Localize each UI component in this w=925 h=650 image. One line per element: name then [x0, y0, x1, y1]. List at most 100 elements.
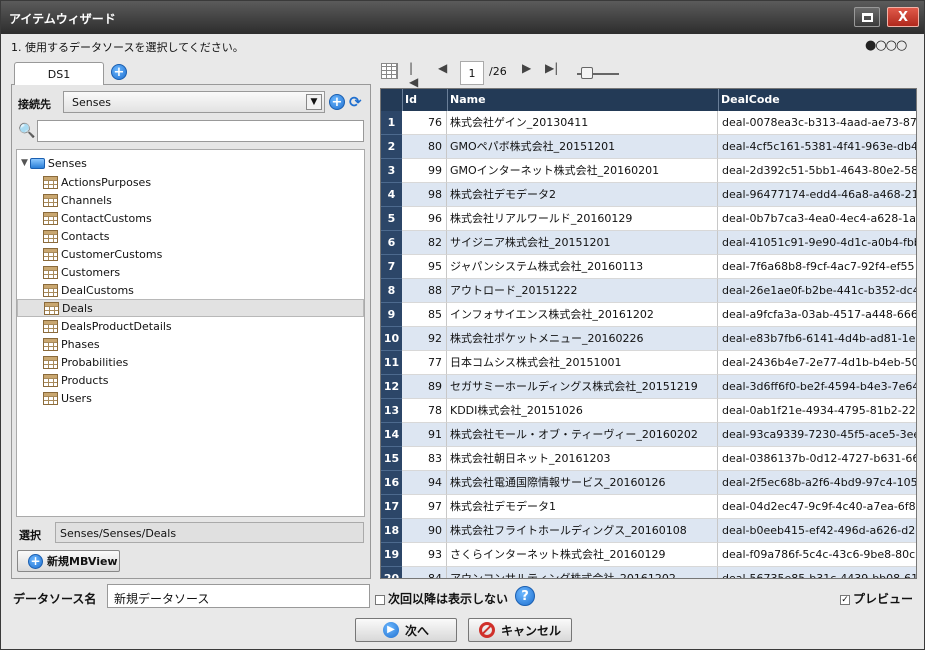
cell-dealcode: deal-2f5ec68b-a2f6-4bd9-97c4-1052: [718, 471, 916, 495]
cell-dealcode: deal-56735e85-b31c-4439-bb08-6115: [718, 567, 916, 578]
tree-item[interactable]: DealCustoms: [17, 281, 364, 299]
tree-item[interactable]: CustomerCustoms: [17, 245, 364, 263]
close-icon: X: [897, 9, 909, 25]
tree-item[interactable]: DealsProductDetails: [17, 317, 364, 335]
table-row[interactable]: 13 78 KDDI株式会社_20151026 deal-0ab1f21e-4934-…: [381, 399, 916, 423]
table-row[interactable]: 12 89 セガサミーホールディングス株式会社_20151219 deal-3d6ff…: [381, 375, 916, 399]
cell-name: GMOペパボ株式会社_20151201: [447, 135, 718, 159]
cell-dealcode: deal-26e1ae0f-b2be-441c-b352-dc49: [718, 279, 916, 303]
table-icon: [43, 319, 58, 333]
tree-item[interactable]: Probabilities: [17, 353, 364, 371]
tree-item[interactable]: ActionsPurposes: [17, 173, 364, 191]
table-row[interactable]: 6 82 サイジニア株式会社_20151201 deal-41051c91-9e90-…: [381, 231, 916, 255]
cell-name: アウトロード_20151222: [447, 279, 718, 303]
dropdown-arrow-icon[interactable]: ▼: [306, 94, 322, 110]
zoom-slider-handle[interactable]: [581, 67, 593, 79]
table-row[interactable]: 18 90 株式会社フライトホールディングス_20160108 deal-b0eeb4…: [381, 519, 916, 543]
column-header-name[interactable]: Name: [447, 89, 718, 111]
table-icon: [43, 373, 58, 387]
table-row[interactable]: 10 92 株式会社ポケットメニュー_20160226 deal-e83b7fb6-6…: [381, 327, 916, 351]
dont-show-again[interactable]: 次回以降は表示しない: [375, 590, 508, 607]
row-number: 12: [381, 375, 402, 399]
table-row[interactable]: 14 91 株式会社モール・オブ・ティーヴィー_20160202 deal-93ca9…: [381, 423, 916, 447]
table-row[interactable]: 8 88 アウトロード_20151222 deal-26e1ae0f-b2be-441…: [381, 279, 916, 303]
tree-item[interactable]: Users: [17, 389, 364, 407]
cell-dealcode: deal-04d2ec47-9c9f-4c40-a7ea-6f8c: [718, 495, 916, 519]
cell-dealcode: deal-96477174-edd4-46a8-a468-2194: [718, 183, 916, 207]
close-button[interactable]: X: [887, 7, 919, 27]
cell-id: 89: [402, 375, 447, 399]
tree-item-label: Products: [61, 373, 109, 387]
cancel-button[interactable]: キャンセル: [468, 618, 572, 642]
cell-name: 株式会社電通国際情報サービス_20160126: [447, 471, 718, 495]
tree-item-label: Phases: [61, 337, 100, 351]
maximize-button[interactable]: [854, 7, 880, 27]
table-row[interactable]: 3 99 GMOインターネット株式会社_20160201 deal-2d392c51-…: [381, 159, 916, 183]
tree-item[interactable]: Contacts: [17, 227, 364, 245]
cell-dealcode: deal-0386137b-0d12-4727-b631-6622: [718, 447, 916, 471]
row-number: 11: [381, 351, 402, 375]
preview-toggle[interactable]: ✓ プレビュー: [840, 590, 913, 607]
table-row[interactable]: 19 93 さくらインターネット株式会社_20160129 deal-f09a786f…: [381, 543, 916, 567]
row-number: 17: [381, 495, 402, 519]
tree-item[interactable]: Channels: [17, 191, 364, 209]
table-icon: [44, 301, 59, 315]
table-row[interactable]: 16 94 株式会社電通国際情報サービス_20160126 deal-2f5ec68b…: [381, 471, 916, 495]
row-number-header: [381, 89, 402, 111]
column-header-id[interactable]: Id: [402, 89, 447, 111]
cell-name: 株式会社モール・オブ・ティーヴィー_20160202: [447, 423, 718, 447]
table-icon: [43, 265, 58, 279]
item-wizard-window: アイテムウィザード X 1. 使用するデータソースを選択してください。 ●○○○…: [0, 0, 925, 650]
help-icon[interactable]: ?: [515, 586, 535, 606]
table-row[interactable]: 17 97 株式会社デモデータ1 deal-04d2ec47-9c9f-4c40-a7…: [381, 495, 916, 519]
table-row[interactable]: 5 96 株式会社リアルワールド_20160129 deal-0b7b7ca3-4ea…: [381, 207, 916, 231]
tree-item[interactable]: Customers: [17, 263, 364, 281]
dont-show-checkbox[interactable]: [375, 594, 385, 605]
cell-name: インフォサイエンス株式会社_20161202: [447, 303, 718, 327]
table-row[interactable]: 20 84 アウンコンサルティング株式会社_20161202 deal-56735e8…: [381, 567, 916, 578]
search-input[interactable]: [37, 120, 364, 142]
tree-root[interactable]: ▼ Senses: [21, 155, 87, 171]
last-page-icon[interactable]: ▶|: [545, 61, 558, 75]
plus-icon: +: [113, 65, 125, 80]
page-number-input[interactable]: 1: [460, 61, 484, 85]
preview-checkbox[interactable]: ✓: [840, 594, 850, 605]
cell-id: 90: [402, 519, 447, 543]
collapse-triangle-icon[interactable]: ▼: [21, 158, 28, 168]
arrow-right-icon: ▶: [382, 622, 399, 638]
cell-name: 株式会社デモデータ2: [447, 183, 718, 207]
table-row[interactable]: 4 98 株式会社デモデータ2 deal-96477174-edd4-46a8-a46…: [381, 183, 916, 207]
add-connection-button[interactable]: +: [329, 94, 345, 110]
next-button[interactable]: ▶ 次へ: [355, 618, 457, 642]
table-icon: [43, 175, 58, 189]
maximize-icon: [861, 12, 873, 22]
cell-dealcode: deal-2436b4e7-2e77-4d1b-b4eb-5049: [718, 351, 916, 375]
tree-item[interactable]: Deals: [17, 299, 364, 317]
prev-page-icon[interactable]: ◀: [438, 61, 447, 75]
tree-item[interactable]: Phases: [17, 335, 364, 353]
cell-name: さくらインターネット株式会社_20160129: [447, 543, 718, 567]
refresh-icon[interactable]: ⟳: [349, 93, 362, 111]
connection-select[interactable]: Senses ▼: [63, 91, 325, 113]
connection-value: Senses: [72, 96, 111, 109]
tree-item[interactable]: ContactCustoms: [17, 209, 364, 227]
tree-item[interactable]: Products: [17, 371, 364, 389]
window-title: アイテムウィザード: [9, 12, 116, 26]
next-page-icon[interactable]: ▶: [522, 61, 531, 75]
new-mbview-button[interactable]: + 新規MBView: [17, 550, 120, 572]
table-row[interactable]: 1 76 株式会社ゲイン_20130411 deal-0078ea3c-b313-4a…: [381, 111, 916, 135]
tab-ds1[interactable]: DS1: [14, 62, 104, 85]
table-row[interactable]: 11 77 日本コムシス株式会社_20151001 deal-2436b4e7-2e7…: [381, 351, 916, 375]
table-row[interactable]: 15 83 株式会社朝日ネット_20161203 deal-0386137b-0d12…: [381, 447, 916, 471]
table-row[interactable]: 7 95 ジャパンシステム株式会社_20160113 deal-7f6a68b8-f9…: [381, 255, 916, 279]
datasource-name-input[interactable]: 新規データソース: [107, 584, 370, 608]
table-row[interactable]: 2 80 GMOペパボ株式会社_20151201 deal-4cf5c161-5381…: [381, 135, 916, 159]
first-page-icon[interactable]: |◀: [409, 61, 418, 89]
next-label: 次へ: [404, 623, 429, 638]
table-row[interactable]: 9 85 インフォサイエンス株式会社_20161202 deal-a9fcfa3a-0…: [381, 303, 916, 327]
cell-dealcode: deal-41051c91-9e90-4d1c-a0b4-fbbb: [718, 231, 916, 255]
add-tab-button[interactable]: +: [111, 64, 127, 80]
folder-icon: [29, 157, 45, 169]
column-header-dealcode[interactable]: DealCode: [718, 89, 916, 111]
grid-view-icon[interactable]: [381, 63, 398, 79]
